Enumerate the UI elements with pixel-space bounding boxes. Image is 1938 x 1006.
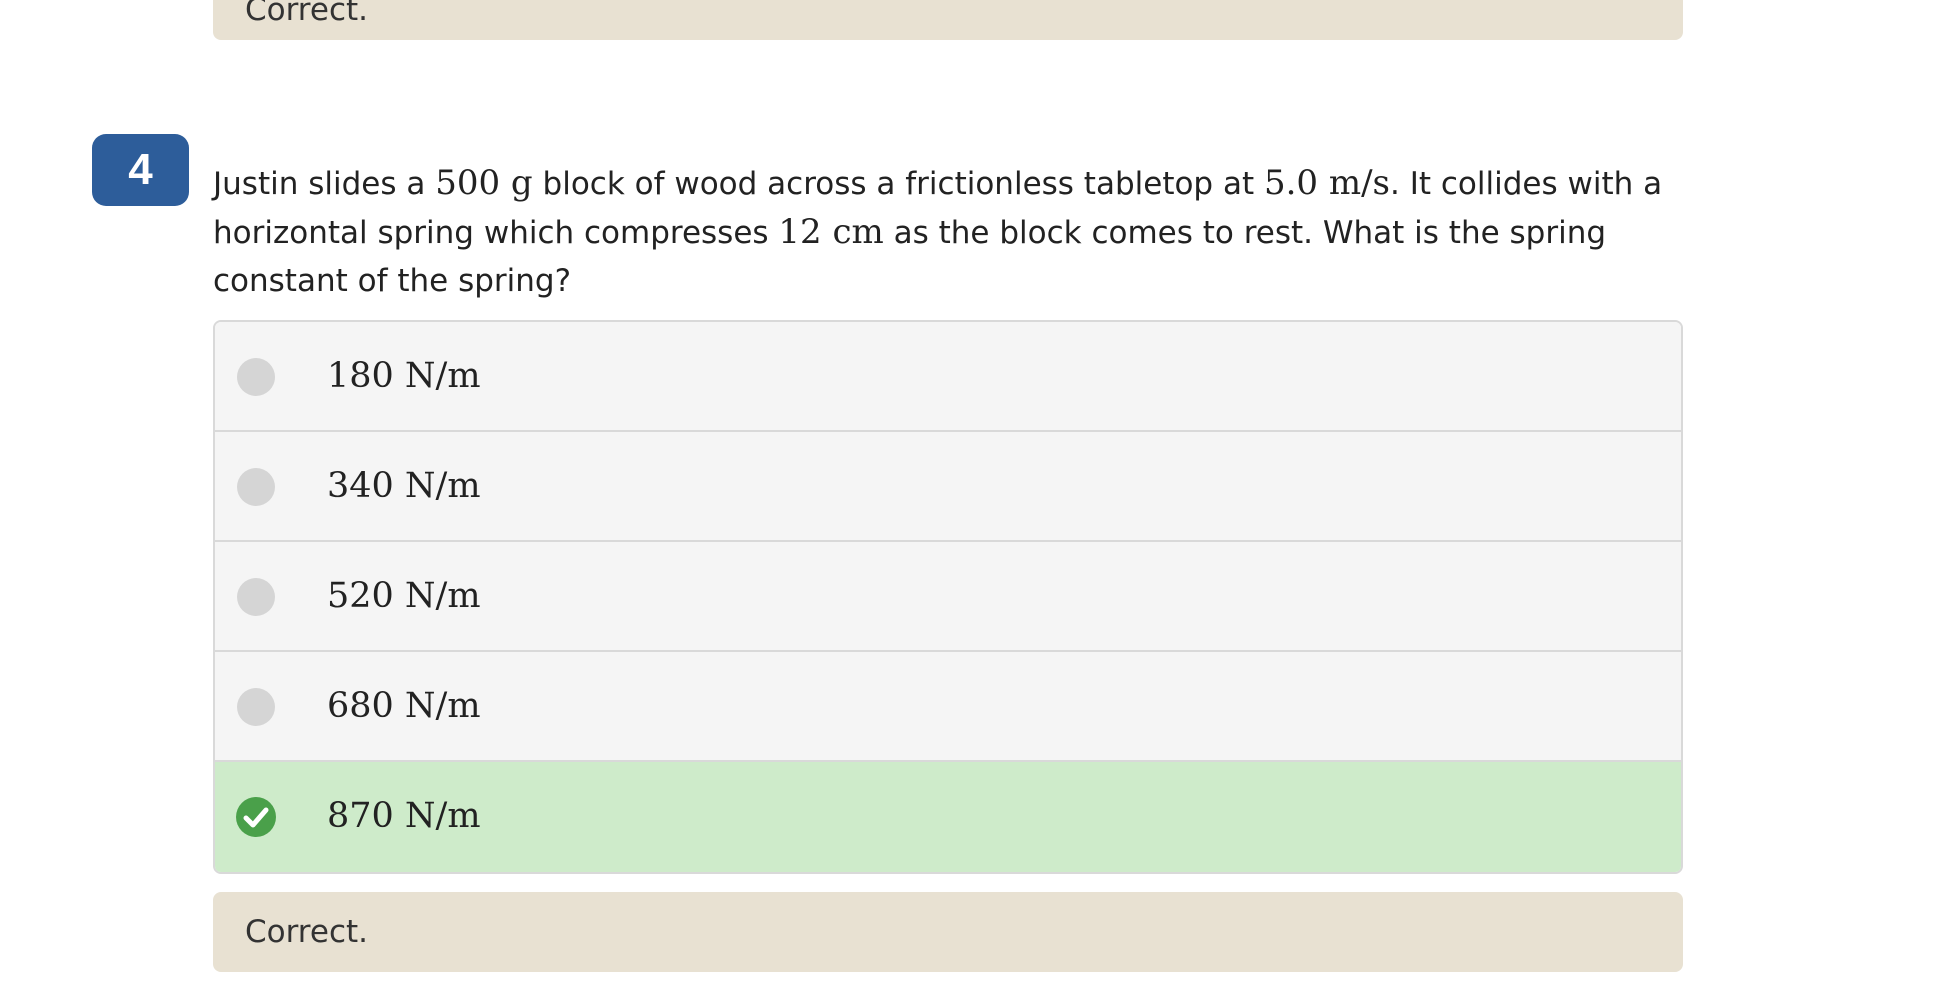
question-number-badge: 4 [92,134,189,206]
previous-feedback-text: Correct. [245,0,369,28]
answer-choice-label: 680 N/m [327,686,481,726]
answer-choice-label: 520 N/m [327,576,481,616]
radio-icon[interactable] [237,358,275,396]
answer-feedback: Correct. [213,892,1683,972]
question-text: Justin slides a 500 g block of wood acro… [213,159,1693,305]
compression-value: 12 cm [778,212,884,252]
question-text-part: block of wood across a frictionless tabl… [532,166,1264,202]
answer-feedback-text: Correct. [245,914,369,950]
radio-icon[interactable] [237,688,275,726]
check-circle-icon [236,797,276,837]
radio-icon[interactable] [237,468,275,506]
question-text-part: Justin slides a [213,166,436,202]
radio-icon[interactable] [237,578,275,616]
answer-choice[interactable]: 340 N/m [215,432,1681,542]
answer-choice[interactable]: 680 N/m [215,652,1681,762]
velocity-value: 5.0 m/s [1263,163,1391,203]
answer-choices: 180 N/m 340 N/m 520 N/m 680 N/m 870 N/m [213,320,1683,874]
answer-choice-label: 340 N/m [327,466,481,506]
answer-choice[interactable]: 520 N/m [215,542,1681,652]
answer-choice[interactable]: 180 N/m [215,322,1681,432]
answer-choice-label: 180 N/m [327,356,481,396]
answer-choice-correct[interactable]: 870 N/m [215,762,1681,872]
mass-value: 500 g [435,163,533,203]
answer-choice-label: 870 N/m [327,796,481,836]
previous-feedback: Correct. [213,0,1683,40]
